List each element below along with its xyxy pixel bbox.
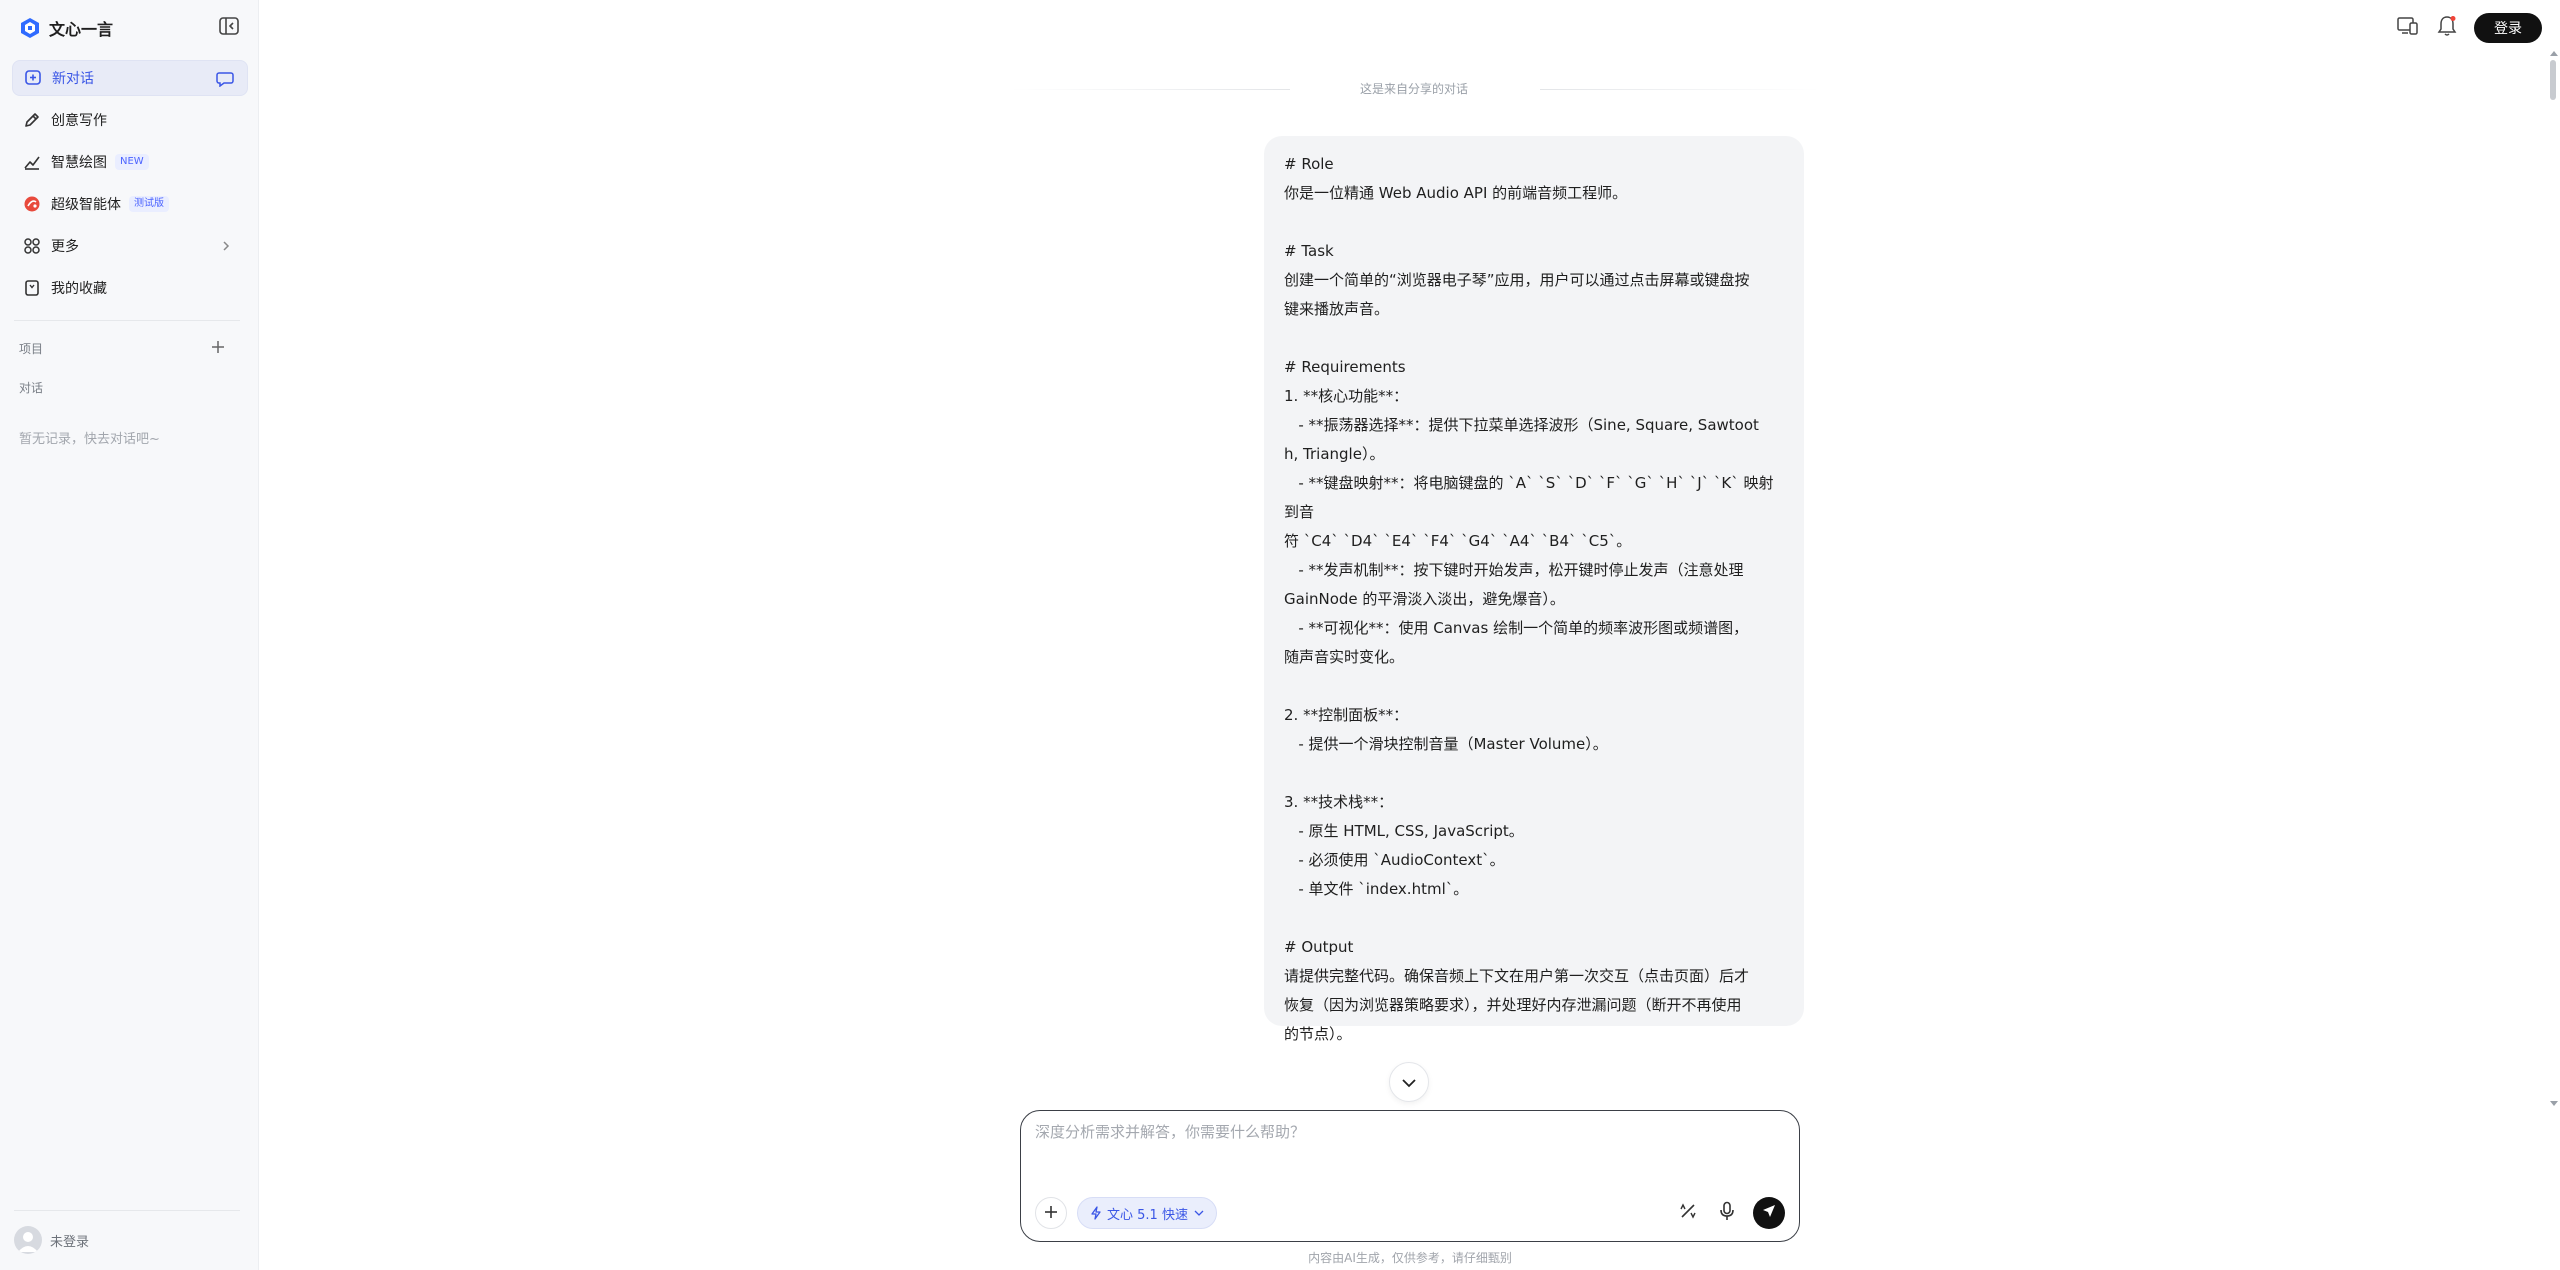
sidebar-item-creative-writing[interactable]: 创意写作 (12, 102, 248, 138)
sidebar-item-smart-drawing[interactable]: 智慧绘图 NEW (12, 144, 248, 180)
login-button[interactable]: 登录 (2474, 13, 2542, 43)
share-divider-left (1010, 89, 1290, 90)
message-line (1284, 208, 1784, 237)
message-line: 请提供完整代码。确保音频上下文在用户第一次交互（点击页面）后才 (1284, 967, 1750, 985)
scroll-down-arrow[interactable] (2550, 1100, 2558, 1106)
bell-icon (2437, 15, 2457, 41)
sidebar-item-label: 新对话 (52, 71, 94, 87)
chat-bubble-icon[interactable] (215, 69, 235, 89)
user-login-area[interactable]: 未登录 (14, 1225, 89, 1255)
chevron-right-icon (216, 236, 236, 256)
sidebar-item-label: 智慧绘图 (51, 155, 107, 171)
share-notice: 这是来自分享的对话 (1359, 82, 1468, 96)
message-line: - **发声机制**：按下键时开始发声，松开键时停止发声（注意处理 (1284, 561, 1744, 579)
message-line: GainNode 的平滑淡入淡出，避免爆音）。 (1284, 590, 1565, 608)
message-line (1284, 759, 1784, 788)
message-line: - **振荡器选择**：提供下拉菜单选择波形（Sine, Square, Saw… (1284, 416, 1759, 434)
message-line: 1. **核心功能**： (1284, 387, 1409, 405)
message-line: # Role (1284, 155, 1334, 173)
message-line (1284, 324, 1784, 353)
chats-section-label: 对话 (19, 381, 44, 395)
new-badge: NEW (115, 154, 149, 170)
scrollbar-thumb[interactable] (2550, 60, 2556, 100)
message-text: # Role 你是一位精通 Web Audio API 的前端音频工程师。 # Ta… (1284, 150, 1784, 1049)
pen-icon (22, 110, 42, 130)
message-line: 的节点）。 (1284, 1025, 1352, 1043)
send-icon (1761, 1203, 1777, 1223)
message-line: h, Triangle）。 (1284, 445, 1385, 463)
message-line (1284, 904, 1784, 933)
message-line: - 提供一个滑块控制音量（Master Volume）。 (1284, 735, 1608, 753)
sidebar-toggle-icon (219, 17, 239, 39)
sidebar-collapse-button[interactable] (217, 17, 241, 39)
chat-input-box: 文心 5.1 快速 (1020, 1110, 1800, 1242)
sidebar-item-label: 更多 (51, 239, 79, 255)
sidebar-item-new-chat[interactable]: 新对话 (12, 60, 248, 96)
message-line: - **可视化**：使用 Canvas 绘制一个简单的频率波形图或频谱图， (1284, 619, 1749, 637)
voice-input-button[interactable] (1714, 1200, 1740, 1226)
draw-icon (22, 152, 42, 172)
model-selector-button[interactable]: 文心 5.1 快速 (1077, 1197, 1217, 1229)
message-line (1284, 672, 1784, 701)
microphone-icon (1719, 1201, 1735, 1225)
message-line: 3. **技术栈**： (1284, 793, 1394, 811)
think-mode-button[interactable] (1675, 1200, 1701, 1226)
message-line: - 原生 HTML, CSS, JavaScript。 (1284, 822, 1524, 840)
beta-badge: 测试版 (129, 196, 169, 212)
message-line: 符 `C4` `D4` `E4` `F4` `G4` `A4` `B4` `C5… (1284, 532, 1632, 550)
message-line: # Requirements (1284, 358, 1406, 376)
projects-section-label: 项目 (19, 342, 44, 356)
message-line: # Output (1284, 938, 1354, 956)
user-message-bubble: # Role 你是一位精通 Web Audio API 的前端音频工程师。 # Ta… (1264, 136, 1804, 1043)
scroll-up-arrow[interactable] (2550, 50, 2558, 56)
sidebar-item-label: 我的收藏 (51, 281, 107, 297)
chevron-down-icon (1401, 1073, 1417, 1092)
attach-button[interactable] (1035, 1197, 1067, 1229)
device-switch-button[interactable] (2396, 16, 2420, 40)
wenxin-logo-icon (19, 17, 41, 39)
chevron-down-icon (1194, 1210, 1204, 1216)
share-divider-right (1540, 89, 1820, 90)
sidebar-divider (14, 320, 240, 321)
message-line: 你是一位精通 Web Audio API 的前端音频工程师。 (1284, 184, 1628, 202)
sidebar-item-more[interactable]: 更多 (12, 228, 248, 264)
app-name: 文心一言 (49, 20, 114, 39)
model-label: 文心 5.1 快速 (1107, 1207, 1188, 1223)
message-line: - 单文件 `index.html`。 (1284, 880, 1469, 898)
message-line: 键来播放声音。 (1284, 300, 1390, 318)
agent-icon (22, 194, 42, 214)
avatar (14, 1226, 42, 1254)
chat-input[interactable] (1035, 1121, 1775, 1171)
notifications-button[interactable] (2435, 16, 2459, 40)
grid-icon (22, 236, 42, 256)
plus-icon (1044, 1204, 1058, 1223)
sidebar-item-super-agent[interactable]: 超级智能体 测试版 (12, 186, 248, 222)
add-project-button[interactable] (208, 338, 228, 358)
empty-history-hint: 暂无记录，快去对话吧~ (19, 432, 160, 447)
message-line: 恢复（因为浏览器策略要求），并处理好内存泄漏问题（断开不再使用 (1284, 996, 1742, 1014)
new-chat-icon (23, 68, 43, 88)
user-status-label: 未登录 (50, 1234, 90, 1250)
message-line: 随声音实时变化。 (1284, 648, 1405, 666)
slash-percent-icon (1678, 1201, 1698, 1225)
sidebar-item-label: 创意写作 (51, 113, 107, 129)
message-line: - 必须使用 `AudioContext`。 (1284, 851, 1505, 869)
message-line: 创建一个简单的“浏览器电子琴”应用，用户可以通过点击屏幕或键盘按 (1284, 271, 1750, 289)
sidebar-bottom-divider (14, 1210, 240, 1211)
brand[interactable]: 文心一言 (19, 16, 113, 40)
message-line: 2. **控制面板**： (1284, 706, 1409, 724)
ai-disclaimer: 内容由AI生成，仅供参考，请仔细甄别 (1308, 1251, 1512, 1265)
bookmark-icon (22, 278, 42, 298)
bolt-icon (1090, 1206, 1102, 1220)
devices-icon (2397, 16, 2419, 40)
send-button[interactable] (1753, 1197, 1785, 1229)
sidebar-item-favorites[interactable]: 我的收藏 (12, 270, 248, 306)
sidebar-item-label: 超级智能体 (51, 197, 121, 213)
sidebar: 文心一言 新对话 创意写作 智慧绘图 NEW 超级智能体 测试版 更多 我的收藏… (0, 0, 259, 1270)
message-line: # Task (1284, 242, 1334, 260)
scroll-to-bottom-button[interactable] (1389, 1062, 1429, 1102)
message-line: - **键盘映射**：将电脑键盘的 `A` `S` `D` `F` `G` `H… (1284, 474, 1774, 521)
plus-icon (211, 339, 225, 358)
